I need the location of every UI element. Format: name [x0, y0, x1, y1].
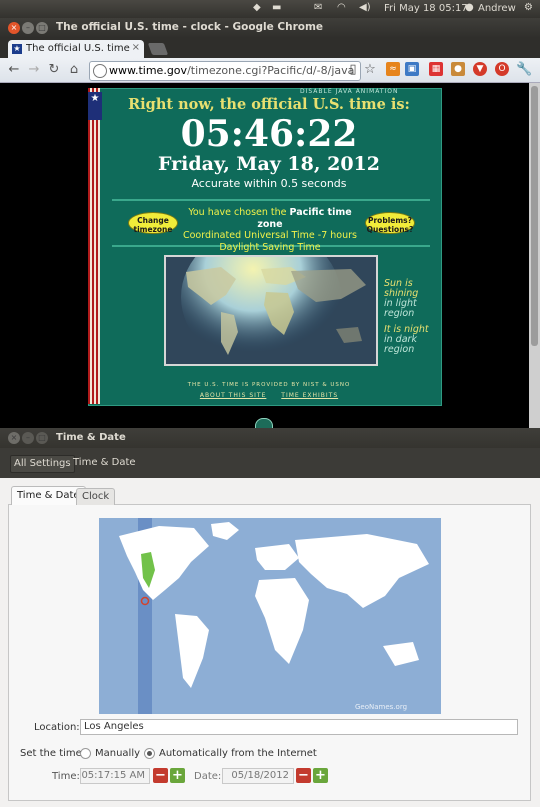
screen-capture-icon[interactable]: ▣	[405, 62, 419, 76]
clock-accuracy: Accurate within 0.5 seconds	[191, 177, 347, 190]
browser-tab[interactable]: ★ The official U.S. time - clock ×	[8, 40, 144, 58]
date-field[interactable]: 05/18/2012	[222, 768, 294, 784]
home-icon[interactable]: ⌂	[66, 62, 82, 78]
globe-icon	[93, 64, 107, 78]
rss-icon[interactable]: ≈	[386, 62, 400, 76]
manual-radio-label[interactable]: Manually	[95, 748, 140, 759]
problems-questions-button[interactable]: Problems? Questions?	[365, 212, 415, 234]
top-panel: ◆ ▬ ✉ ◠ ◀) Fri May 18 05:17 ● Andrew ⚙	[0, 0, 540, 18]
tab-clock[interactable]: Clock	[76, 488, 116, 505]
forward-icon[interactable]: →	[26, 62, 42, 78]
date-decrement-button[interactable]: −	[296, 768, 311, 783]
time-increment-button[interactable]: +	[170, 768, 185, 783]
opera-icon[interactable]: O	[495, 62, 509, 76]
breadcrumb-time-date[interactable]: Time & Date	[70, 455, 139, 471]
calendar-icon[interactable]: ▦	[429, 62, 443, 76]
time-label: Time:	[52, 771, 80, 782]
footer-links: ABOUT THIS SITE TIME EXHIBITS	[104, 392, 434, 399]
set-time-label: Set the time:	[20, 748, 86, 759]
dropbox-icon[interactable]: ◆	[253, 2, 261, 13]
chrome-titlebar: × – □ The official U.S. time - clock - G…	[0, 18, 540, 38]
close-tab-icon[interactable]: ×	[132, 42, 140, 53]
user-icon: ●	[465, 2, 474, 13]
favicon-icon: ★	[12, 44, 22, 54]
clock-time: 05:46:22	[180, 113, 358, 155]
manual-radio[interactable]	[80, 748, 91, 759]
settings-titlebar: × – □ Time & Date	[0, 428, 540, 448]
automatic-radio-label[interactable]: Automatically from the Internet	[159, 748, 317, 759]
us-flag-stripe	[88, 88, 100, 404]
page-icon[interactable]: ▯	[345, 62, 361, 78]
divider	[112, 199, 430, 201]
timezone-info: You have chosen the Pacific time zone Co…	[182, 207, 357, 253]
url-text: www.time.gov/timezone.cgi?Pacific/d/-8/j…	[109, 64, 355, 77]
window-title: The official U.S. time - clock - Google …	[56, 21, 324, 33]
maximize-window-button[interactable]: □	[36, 432, 48, 444]
automatic-radio[interactable]	[144, 748, 155, 759]
close-window-button[interactable]: ×	[8, 22, 20, 34]
reload-icon[interactable]: ↻	[46, 62, 62, 78]
sun-shining-text: Sun is shining	[384, 278, 419, 299]
map-credit: GeoNames.org	[355, 703, 407, 711]
adblock-icon[interactable]: ▼	[473, 62, 487, 76]
clock-headline: Right now, the official U.S. time is:	[128, 96, 410, 113]
bookmark-star-icon[interactable]: ☆	[362, 62, 378, 78]
breadcrumb-all-settings[interactable]: All Settings	[10, 455, 75, 473]
scrollbar-thumb[interactable]	[531, 86, 538, 346]
volume-icon[interactable]: ◀)	[359, 2, 371, 13]
timezone-map[interactable]: GeoNames.org	[99, 518, 441, 714]
wrench-icon[interactable]: 🔧	[516, 62, 532, 78]
settings-toolbar: All Settings Time & Date	[0, 448, 540, 478]
time-decrement-button[interactable]: −	[153, 768, 168, 783]
date-label: Date:	[194, 771, 222, 782]
exhibits-link[interactable]: TIME EXHIBITS	[281, 392, 338, 399]
tab-title: The official U.S. time - clock	[26, 43, 130, 54]
gear-icon[interactable]: ⚙	[524, 2, 533, 13]
about-link[interactable]: ABOUT THIS SITE	[200, 392, 267, 399]
dark-region-text: in dark region	[384, 334, 417, 355]
location-label: Location:	[34, 722, 80, 733]
clock-indicator[interactable]: Fri May 18 05:17	[384, 3, 468, 14]
day-night-map	[164, 255, 378, 366]
light-region-text: in light region	[384, 298, 417, 319]
network-activity-icon[interactable]: ▬	[272, 2, 281, 13]
clock-date: Friday, May 18, 2012	[158, 153, 380, 175]
location-input[interactable]: Los Angeles	[80, 719, 518, 735]
minimize-window-button[interactable]: –	[22, 22, 34, 34]
user-name[interactable]: Andrew	[478, 3, 516, 14]
close-window-button[interactable]: ×	[8, 432, 20, 444]
provided-by-text: THE U.S. TIME IS PROVIDED BY NIST & USNO	[187, 382, 351, 388]
minimize-window-button[interactable]: –	[22, 432, 34, 444]
back-icon[interactable]: ←	[6, 62, 22, 78]
wifi-icon[interactable]: ◠	[337, 2, 346, 13]
flag-star-icon: ★	[88, 92, 102, 120]
mail-icon[interactable]: ✉	[314, 2, 322, 13]
maximize-window-button[interactable]: □	[36, 22, 48, 34]
change-timezone-button[interactable]: Change timezone	[128, 212, 178, 234]
cookie-icon[interactable]: ●	[451, 62, 465, 76]
time-field[interactable]: 05:17:15 AM	[80, 768, 150, 784]
tab-time-date[interactable]: Time & Date	[11, 486, 86, 505]
map-legend: Sun is shining in light region It is nig…	[384, 279, 436, 355]
date-increment-button[interactable]: +	[313, 768, 328, 783]
window-title: Time & Date	[56, 432, 126, 443]
disable-java-link[interactable]: DISABLE JAVA ANIMATION	[300, 88, 399, 95]
address-bar[interactable]: www.time.gov/timezone.cgi?Pacific/d/-8/j…	[89, 61, 361, 81]
